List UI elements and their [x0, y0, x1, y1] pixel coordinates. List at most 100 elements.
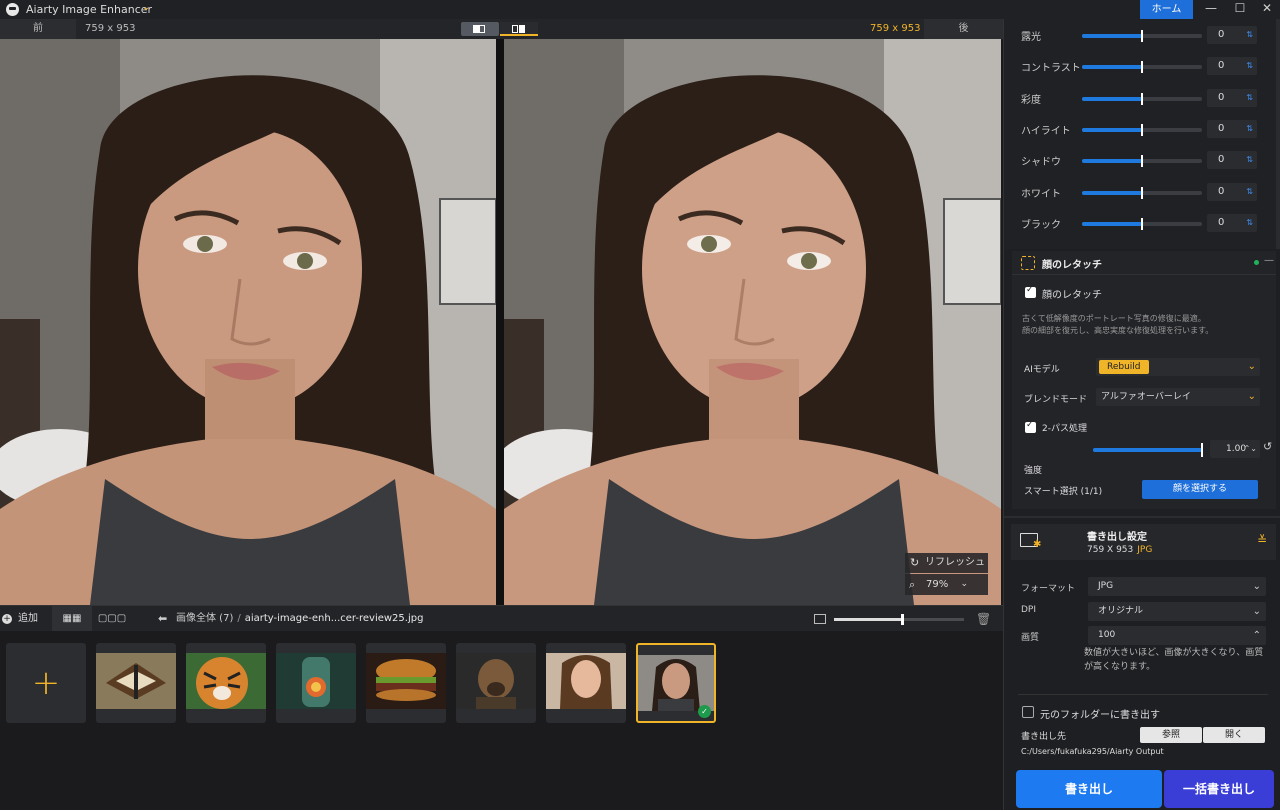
thumbnail-burger[interactable]: [366, 643, 446, 723]
breadcrumb-file: aiarty-image-enh...cer-review25.jpg: [244, 613, 424, 624]
ai-model-select[interactable]: Rebuild ⌄: [1096, 358, 1260, 376]
before-image[interactable]: [0, 39, 496, 605]
thumbnail-strip: + ✓: [0, 631, 1003, 810]
adjustment-handle[interactable]: [1141, 124, 1143, 136]
browse-button[interactable]: 参照: [1140, 727, 1202, 743]
adjustment-input[interactable]: 0 ⇅: [1207, 89, 1257, 107]
adjustment-handle[interactable]: [1141, 61, 1143, 73]
add-image-tile[interactable]: +: [6, 643, 86, 723]
caret-down-icon[interactable]: ⌄: [142, 2, 150, 13]
adjustment-slider[interactable]: [1082, 93, 1202, 105]
batch-export-button[interactable]: 一括書き出し: [1164, 770, 1274, 808]
thumbnail-bottle[interactable]: [276, 643, 356, 723]
strength-slider[interactable]: [1093, 443, 1203, 457]
adjustment-input[interactable]: 0 ⇅: [1207, 26, 1257, 44]
select-face-button[interactable]: 顔を選択する: [1142, 480, 1258, 499]
after-image[interactable]: [504, 39, 1001, 605]
home-tab[interactable]: ホーム: [1140, 0, 1193, 19]
thumbnail-selected-portrait[interactable]: ✓: [636, 643, 716, 723]
back-arrow-icon[interactable]: ⬅: [158, 606, 167, 632]
open-button[interactable]: 開く: [1203, 727, 1265, 743]
adjustment-label: ハイライト: [1021, 126, 1071, 137]
side-by-side-view-button[interactable]: [500, 22, 538, 36]
thumbnail-butterfly[interactable]: [96, 643, 176, 723]
adjustment-handle[interactable]: [1141, 187, 1143, 199]
adjustment-slider[interactable]: [1082, 218, 1202, 230]
face-retouch-checkbox[interactable]: [1025, 285, 1036, 298]
chevron-down-icon: ⌄: [1252, 606, 1261, 617]
list-view-button[interactable]: ▢▢▢: [92, 606, 132, 632]
breadcrumb-root[interactable]: 画像全体 (7): [176, 613, 233, 624]
thumbnail-dog[interactable]: [456, 643, 536, 723]
adjustment-row: ブラック 0 ⇅: [1004, 212, 1276, 234]
adjustment-input[interactable]: 0 ⇅: [1207, 120, 1257, 138]
ai-model-value: Rebuild: [1099, 360, 1149, 374]
adjustment-handle[interactable]: [1141, 218, 1143, 230]
adjustment-input[interactable]: 0 ⇅: [1207, 151, 1257, 169]
status-dot: [1254, 260, 1259, 265]
adjustment-slider[interactable]: [1082, 124, 1202, 136]
close-icon[interactable]: ✕: [1252, 0, 1280, 19]
adjustment-slider[interactable]: [1082, 30, 1202, 42]
stepper-icon[interactable]: ⇅: [1246, 214, 1253, 232]
blend-mode-select[interactable]: アルファオーバーレイ ⌄: [1096, 388, 1260, 406]
refresh-button[interactable]: ↻ リフレッシュ: [905, 553, 988, 573]
chevron-double-down-icon[interactable]: ≚: [1257, 533, 1267, 547]
stepper-icon[interactable]: ⇅: [1246, 89, 1253, 107]
thumbnail-woman[interactable]: [546, 643, 626, 723]
adjustment-slider[interactable]: [1082, 61, 1202, 73]
export-size-value: 759 X 953: [1087, 545, 1134, 555]
thumbnail-size-handle[interactable]: [900, 614, 904, 625]
adjustment-input[interactable]: 0 ⇅: [1207, 183, 1257, 201]
export-settings-header[interactable]: ✱ 書き出し設定 759 X 953 JPG ≚: [1011, 524, 1276, 560]
face-retouch-header[interactable]: 顔のレタッチ —: [1012, 251, 1276, 275]
two-pass-checkbox[interactable]: [1025, 420, 1036, 433]
stepper-icon[interactable]: ⌃⌄: [1244, 440, 1257, 458]
dpi-select[interactable]: オリジナル ⌄: [1088, 602, 1266, 621]
thumbnail-size-slider[interactable]: [834, 614, 964, 625]
original-folder-checkbox[interactable]: [1022, 706, 1034, 718]
adjustment-slider[interactable]: [1082, 187, 1202, 199]
export-button[interactable]: 書き出し: [1016, 770, 1162, 808]
ai-model-label: AIモデル: [1024, 365, 1060, 375]
adjustment-input[interactable]: 0 ⇅: [1207, 214, 1257, 232]
adjustment-slider[interactable]: [1082, 155, 1202, 167]
adjustments-section: 露光 0 ⇅ コントラスト 0 ⇅ 彩度 0 ⇅ ハイライト 0 ⇅ シャドウ 0 ⇅ ホワイト 0 ⇅ ブラック 0…: [1004, 19, 1276, 249]
stepper-icon[interactable]: ⇅: [1246, 57, 1253, 75]
stepper-icon[interactable]: ⇅: [1246, 151, 1253, 169]
app-title: Aiarty Image Enhancer: [26, 3, 153, 16]
collapse-icon[interactable]: —: [1264, 255, 1274, 266]
maximize-icon[interactable]: ☐: [1225, 0, 1255, 19]
compare-divider[interactable]: [496, 39, 504, 605]
image-icon: [814, 614, 826, 624]
split-view-button[interactable]: [461, 22, 499, 36]
adjustment-handle[interactable]: [1141, 30, 1143, 42]
face-retouch-title: 顔のレタッチ: [1042, 260, 1102, 271]
adjustment-value: 0: [1218, 29, 1225, 40]
adjustment-row: コントラスト 0 ⇅: [1004, 55, 1276, 77]
quality-input[interactable]: 100 ⌃: [1088, 626, 1266, 645]
stepper-icon[interactable]: ⇅: [1246, 183, 1253, 201]
thumbnail-tiger[interactable]: [186, 643, 266, 723]
adjustment-input[interactable]: 0 ⇅: [1207, 57, 1257, 75]
zoom-select[interactable]: ⌕ 79% ⌄: [905, 574, 988, 595]
destination-label: 書き出し先: [1021, 732, 1067, 742]
strength-handle[interactable]: [1201, 443, 1203, 457]
format-select[interactable]: JPG ⌄: [1088, 577, 1266, 596]
stepper-icon[interactable]: ⌃: [1253, 626, 1261, 645]
adjustment-handle[interactable]: [1141, 155, 1143, 167]
grid-view-button[interactable]: ▦▦: [52, 606, 92, 632]
minimize-icon[interactable]: —: [1196, 0, 1226, 19]
adjustment-label: シャドウ: [1021, 157, 1061, 168]
adjustment-handle[interactable]: [1141, 93, 1143, 105]
strength-input[interactable]: 1.00 ⌃⌄: [1210, 440, 1260, 458]
gear-icon: ✱: [1033, 539, 1042, 550]
trash-icon[interactable]: 🗑: [976, 612, 991, 626]
stepper-icon[interactable]: ⇅: [1246, 26, 1253, 44]
panel-scrollbar[interactable]: [1276, 19, 1280, 249]
chevron-down-icon: ⌄: [1252, 581, 1261, 592]
export-format-badge: JPG: [1137, 545, 1153, 555]
add-button[interactable]: + 追加: [0, 606, 50, 632]
stepper-icon[interactable]: ⇅: [1246, 120, 1253, 138]
reset-icon[interactable]: ↺: [1263, 440, 1272, 453]
